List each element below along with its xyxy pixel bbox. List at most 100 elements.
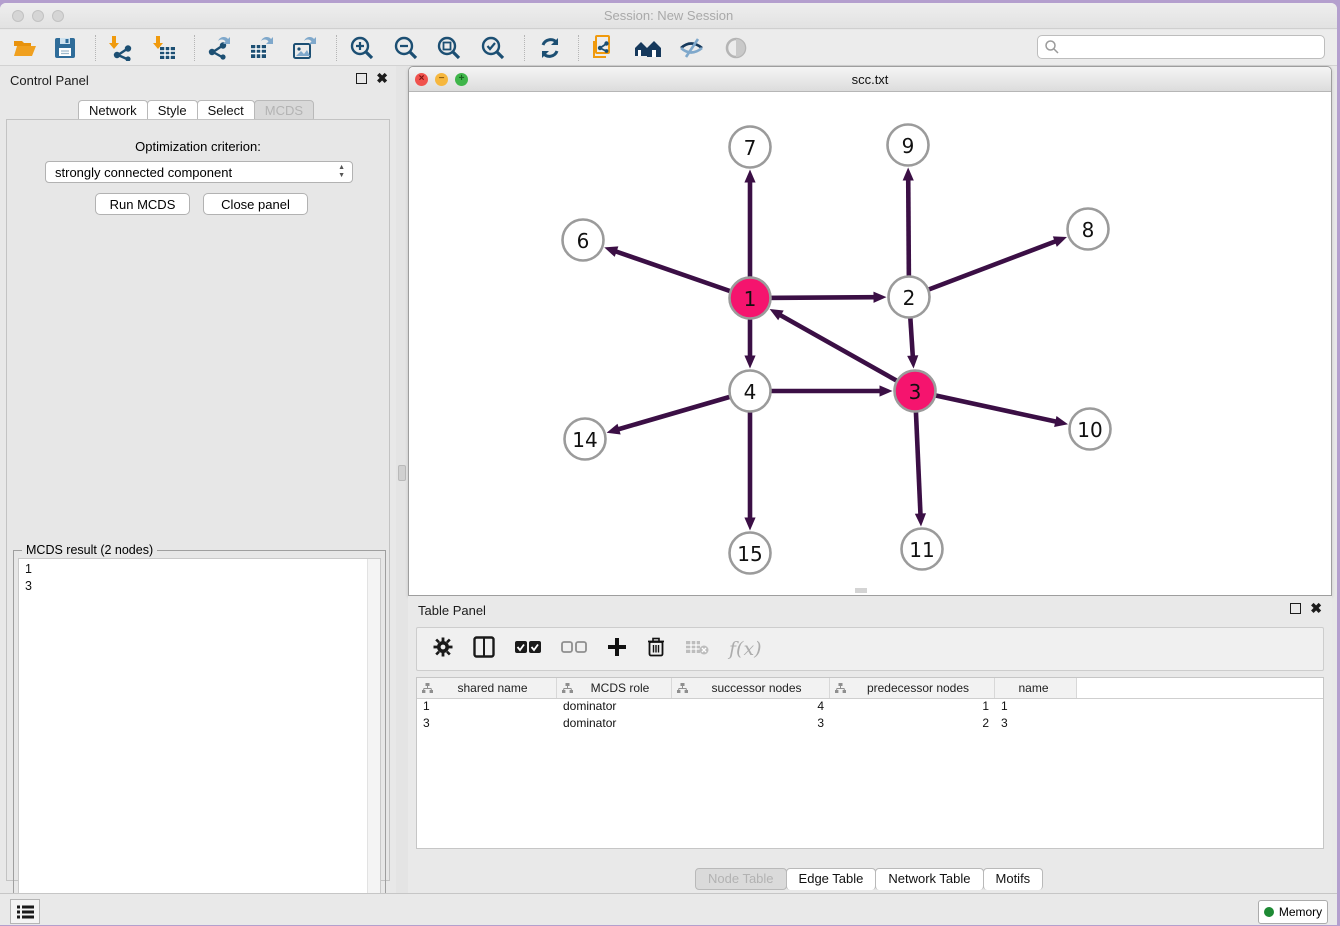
table-cell[interactable]: 1 (417, 699, 557, 716)
network-canvas[interactable]: 7968124314101511 (409, 92, 1331, 595)
vertical-splitter[interactable] (396, 66, 408, 893)
add-column-icon[interactable] (607, 637, 627, 662)
task-history-button[interactable] (10, 899, 40, 924)
result-scrollbar[interactable] (367, 559, 380, 923)
table-row[interactable]: 3dominator323 (417, 716, 1323, 733)
splitter-handle[interactable] (398, 465, 406, 481)
graph-node-label: 6 (577, 229, 590, 253)
hide-selected-icon[interactable] (675, 34, 709, 62)
column-header-name[interactable]: name (995, 678, 1077, 698)
column-header-MCDS-role[interactable]: MCDS role (557, 678, 672, 698)
title-bar: Session: New Session (0, 3, 1337, 29)
zoom-out-icon[interactable] (389, 34, 423, 62)
table-row[interactable]: 1dominator411 (417, 699, 1323, 716)
import-network-icon[interactable] (104, 34, 138, 62)
canvas-scrollbar-handle[interactable] (855, 588, 867, 593)
save-session-icon[interactable] (48, 34, 82, 62)
refresh-icon[interactable] (533, 34, 567, 62)
table-cell[interactable]: 3 (672, 716, 830, 733)
edge-arrowhead (903, 167, 914, 180)
import-table-icon[interactable] (148, 34, 182, 62)
table-cell[interactable]: 1 (830, 699, 995, 716)
network-graph: 7968124314101511 (409, 92, 1331, 595)
node-table[interactable]: shared nameMCDS rolesuccessor nodesprede… (416, 677, 1324, 849)
edge-arrowhead (915, 513, 926, 526)
table-float-panel-icon[interactable] (1290, 603, 1301, 614)
graph-node-label: 10 (1077, 418, 1102, 442)
deselect-all-columns-icon[interactable] (561, 640, 587, 659)
tab-network-table[interactable]: Network Table (875, 868, 983, 890)
mcds-result-textarea[interactable]: 13 (18, 558, 381, 924)
sort-hierarchy-icon (422, 683, 433, 694)
optimization-criterion-select[interactable]: strongly connected component ▲▼ (45, 161, 353, 183)
graph-node-label: 15 (737, 542, 762, 566)
network-from-selection-icon[interactable] (587, 34, 621, 62)
column-header-successor-nodes[interactable]: successor nodes (672, 678, 830, 698)
run-mcds-button[interactable]: Run MCDS (95, 193, 190, 215)
table-cell[interactable]: 4 (672, 699, 830, 716)
settings-gear-icon[interactable] (433, 637, 453, 662)
column-header-shared-name[interactable]: shared name (417, 678, 557, 698)
table-cell[interactable]: dominator (557, 716, 672, 733)
export-image-icon[interactable] (288, 34, 322, 62)
table-close-panel-icon[interactable]: ✖ (1310, 603, 1322, 614)
edge-arrowhead (1054, 416, 1068, 427)
memory-button[interactable]: Memory (1258, 900, 1328, 924)
table-cell[interactable]: 3 (417, 716, 557, 733)
mcds-result-lines: 13 (25, 561, 380, 595)
sort-hierarchy-icon (835, 683, 846, 694)
edge-3-1[interactable] (779, 314, 915, 391)
show-hidden-icon[interactable] (719, 34, 753, 62)
sort-hierarchy-icon (562, 683, 573, 694)
select-all-columns-icon[interactable] (515, 640, 541, 659)
control-panel-title: Control Panel (10, 73, 89, 88)
delete-table-icon[interactable] (685, 639, 709, 660)
tab-node-table[interactable]: Node Table (695, 868, 787, 890)
delete-column-icon[interactable] (647, 637, 665, 662)
table-cell[interactable]: 1 (995, 699, 1077, 716)
edge-arrowhead (604, 246, 618, 257)
graph-node-label: 9 (902, 134, 915, 158)
export-table-icon[interactable] (245, 34, 279, 62)
close-panel-button[interactable]: Close panel (203, 193, 308, 215)
first-neighbors-icon[interactable] (631, 34, 665, 62)
edge-arrowhead (744, 170, 755, 183)
memory-label: Memory (1279, 905, 1322, 919)
table-cell[interactable]: 3 (995, 716, 1077, 733)
zoom-fit-icon[interactable] (432, 34, 466, 62)
main-toolbar (0, 30, 1337, 66)
network-window-titlebar: × − + scc.txt (409, 67, 1331, 92)
table-cell[interactable]: dominator (557, 699, 672, 716)
table-toolbar: f(x) (416, 627, 1324, 671)
mcds-result-title: MCDS result (2 nodes) (22, 543, 157, 557)
app-window: Session: New Session (0, 3, 1337, 925)
control-panel: Control Panel ✖ NetworkStyleSelectMCDS O… (0, 66, 396, 893)
zoom-in-icon[interactable] (345, 34, 379, 62)
function-builder-icon[interactable]: f(x) (729, 638, 762, 660)
mcds-panel: Optimization criterion: strongly connect… (6, 119, 390, 881)
export-network-icon[interactable] (202, 34, 236, 62)
float-panel-icon[interactable] (356, 73, 367, 84)
task-list-icon (17, 905, 34, 919)
search-box (1037, 35, 1325, 59)
open-session-icon[interactable] (8, 34, 42, 62)
graph-node-label: 8 (1082, 218, 1095, 242)
select-stepper-icon: ▲▼ (338, 164, 345, 180)
tab-motifs[interactable]: Motifs (983, 868, 1044, 890)
edge-arrowhead (607, 424, 621, 435)
network-view-window: × − + scc.txt 7968124314101511 (408, 66, 1332, 596)
table-body: 1dominator4113dominator323 (417, 699, 1323, 732)
tab-edge-table[interactable]: Edge Table (786, 868, 877, 890)
edge-3-10[interactable] (915, 391, 1057, 422)
edge-arrowhead (873, 292, 886, 303)
table-cell[interactable]: 2 (830, 716, 995, 733)
window-title: Session: New Session (0, 8, 1337, 23)
split-view-icon[interactable] (473, 636, 495, 663)
sort-hierarchy-icon (677, 683, 688, 694)
edge-2-8[interactable] (909, 241, 1057, 297)
search-input[interactable] (1060, 36, 1324, 58)
zoom-selected-icon[interactable] (476, 34, 510, 62)
table-panel: Table Panel ✖ f(x) shared nameMCDS roles… (408, 596, 1332, 893)
close-panel-icon[interactable]: ✖ (376, 73, 388, 84)
column-header-predecessor-nodes[interactable]: predecessor nodes (830, 678, 995, 698)
